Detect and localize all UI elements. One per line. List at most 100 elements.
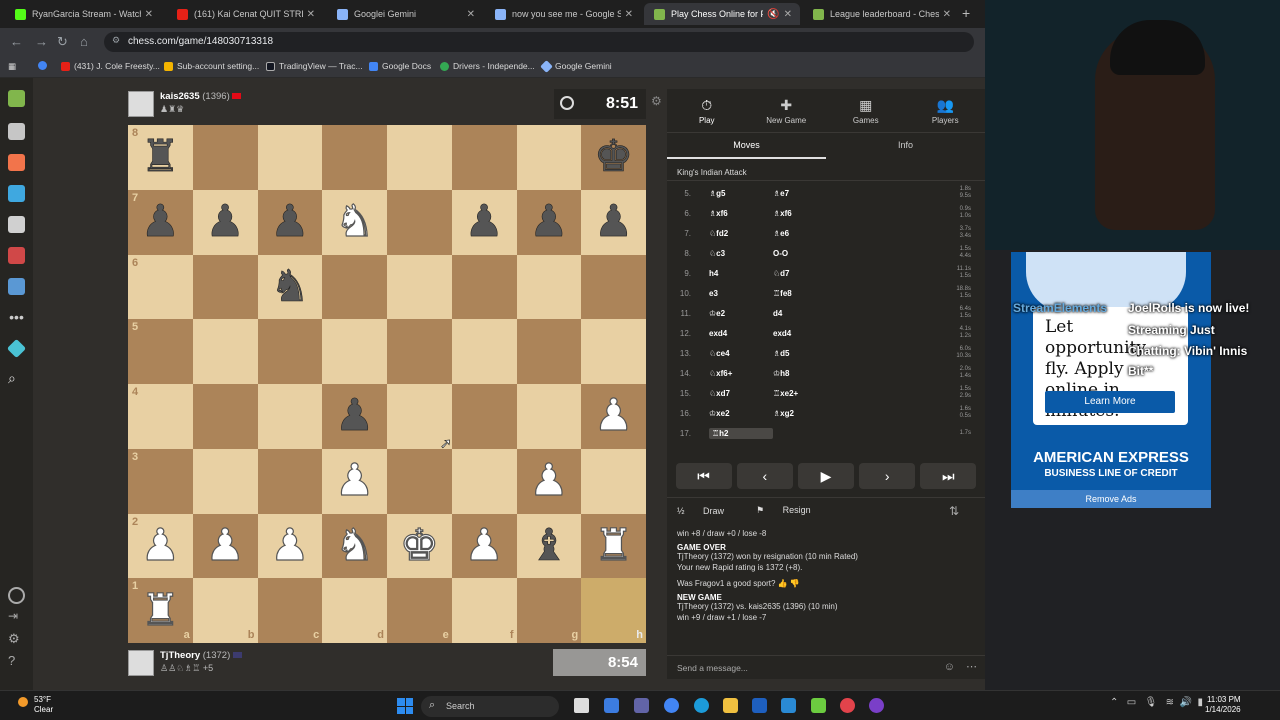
new-tab-button[interactable]: + bbox=[962, 5, 970, 21]
tab-players[interactable]: 👥 Players bbox=[906, 89, 986, 132]
square-b3[interactable] bbox=[192, 448, 258, 514]
square-g1[interactable]: g bbox=[516, 578, 582, 643]
black-pawn-icon[interactable]: ♟ bbox=[270, 199, 310, 244]
square-e7[interactable] bbox=[387, 189, 452, 255]
white-king-icon[interactable]: ♚ bbox=[399, 523, 440, 568]
apps-icon[interactable]: ▦ bbox=[8, 61, 16, 72]
square-d6[interactable] bbox=[322, 254, 387, 320]
taskbar-search[interactable]: ⌕ Search bbox=[421, 696, 559, 717]
puzzles-icon[interactable] bbox=[8, 154, 25, 171]
message-input[interactable]: Send a message... ☺ ⋯ bbox=[667, 655, 985, 679]
white-pawn-icon[interactable]: ♟ bbox=[205, 523, 246, 568]
square-b7[interactable]: ♟ bbox=[192, 189, 258, 255]
square-a2[interactable]: 2 ♟ bbox=[128, 513, 193, 579]
square-d3[interactable]: ♟ bbox=[322, 448, 387, 514]
bookmark-drivers[interactable]: Drivers - Independe... bbox=[440, 61, 535, 71]
square-g4[interactable] bbox=[516, 384, 582, 449]
wifi-icon[interactable]: ≋ bbox=[1166, 697, 1174, 708]
square-b1[interactable]: b bbox=[192, 578, 258, 643]
white-knight-icon[interactable]: ♞ bbox=[334, 199, 375, 244]
thumbs-up-icon[interactable]: 👍 bbox=[778, 579, 788, 588]
square-a8[interactable]: 8 ♜ bbox=[128, 125, 193, 190]
black-pawn-icon[interactable]: ♟ bbox=[529, 199, 569, 244]
black-move[interactable]: ♘d7 bbox=[773, 269, 893, 278]
bottom-player-name-line[interactable]: TjTheory (1372) bbox=[160, 650, 242, 661]
square-c6[interactable]: ♞ bbox=[257, 254, 323, 320]
app-icon[interactable] bbox=[840, 698, 855, 713]
white-move[interactable]: ♔xe2 bbox=[709, 409, 773, 418]
square-e8[interactable] bbox=[387, 125, 452, 190]
outlook-icon[interactable] bbox=[781, 698, 796, 713]
square-e6[interactable] bbox=[387, 254, 452, 320]
square-b6[interactable] bbox=[192, 254, 258, 320]
taskbar-clock[interactable]: 11:03 PM 1/14/2026 bbox=[1205, 695, 1241, 715]
black-move[interactable]: ♖fe8 bbox=[773, 289, 893, 298]
square-d4[interactable]: ♟ bbox=[322, 384, 387, 449]
black-pawn-icon[interactable]: ♟ bbox=[205, 199, 245, 244]
browser-tab[interactable]: Googlei Gemini ✕ bbox=[327, 3, 483, 25]
square-g6[interactable] bbox=[516, 254, 582, 320]
black-rook-icon[interactable]: ♜ bbox=[140, 135, 180, 180]
bookmark-tradingview[interactable]: TradingView — Trac... bbox=[266, 61, 363, 71]
chess-logo-icon[interactable] bbox=[8, 90, 25, 107]
back-icon[interactable]: ← bbox=[10, 34, 23, 49]
black-king-icon[interactable]: ♚ bbox=[594, 135, 634, 180]
white-move[interactable]: exd4 bbox=[709, 329, 773, 338]
square-g2[interactable]: ♝ bbox=[516, 513, 582, 579]
chess-board[interactable]: 8 ♜ ♚ 7 ♟ ♟ ♟ ♞ ♟ ♟ ♟ 6 ♞ 5 4 ♟ ♟ 3 ♟ ♟ 2 ♟ ♟ ♟ ♞ ♚ ♟ ♝ ♜ 1 a ♜ b c d e f g h bbox=[128, 125, 646, 643]
close-tab-icon[interactable]: ✕ bbox=[943, 9, 951, 20]
play-button[interactable]: ▶ bbox=[797, 463, 854, 489]
square-h4[interactable]: ♟ bbox=[581, 384, 646, 449]
start-icon[interactable] bbox=[397, 698, 413, 714]
close-tab-icon[interactable]: ✕ bbox=[625, 9, 633, 20]
copilot-icon[interactable] bbox=[604, 698, 619, 713]
obs-icon[interactable] bbox=[869, 698, 884, 713]
square-b4[interactable] bbox=[192, 384, 258, 449]
white-pawn-icon[interactable]: ♟ bbox=[334, 458, 375, 503]
square-h5[interactable] bbox=[581, 319, 646, 384]
bookmark-jcole[interactable]: (431) J. Cole Freesty... bbox=[61, 61, 160, 71]
square-c8[interactable] bbox=[257, 125, 323, 190]
home-icon[interactable]: ⌂ bbox=[80, 34, 88, 49]
black-move[interactable]: ♗xg2 bbox=[773, 409, 893, 418]
weather-widget[interactable]: 53°F Clear bbox=[18, 695, 53, 715]
flip-board-icon[interactable]: ⇅ bbox=[949, 504, 959, 518]
black-move[interactable]: ♗e7 bbox=[773, 189, 893, 198]
square-d2[interactable]: ♞ bbox=[322, 513, 387, 579]
close-tab-icon[interactable]: ✕ bbox=[145, 9, 153, 20]
square-c4[interactable] bbox=[257, 384, 323, 449]
white-move[interactable]: ♗xf6 bbox=[709, 209, 773, 218]
square-g5[interactable] bbox=[516, 319, 582, 384]
white-pawn-icon[interactable]: ♟ bbox=[270, 523, 311, 568]
square-d5[interactable] bbox=[322, 319, 387, 384]
bookmark-subaccount[interactable]: Sub-account setting... bbox=[164, 61, 259, 71]
browser-tab[interactable]: (161) Kai Cenat QUIT STREAMIN✕ bbox=[167, 3, 323, 25]
square-g7[interactable]: ♟ bbox=[516, 189, 582, 255]
square-b5[interactable] bbox=[192, 319, 258, 384]
teams-icon[interactable] bbox=[634, 698, 649, 713]
black-bishop-icon[interactable]: ♝ bbox=[529, 523, 569, 568]
white-move[interactable]: h4 bbox=[709, 269, 773, 278]
browser-tab[interactable]: now you see me - Google Search✕ bbox=[485, 3, 641, 25]
browser-tab[interactable]: RyanGarcia Stream - Watch Live✕ bbox=[5, 3, 161, 25]
white-knight-icon[interactable]: ♞ bbox=[334, 523, 375, 568]
square-a7[interactable]: 7 ♟ bbox=[128, 189, 193, 255]
remove-ads-button[interactable]: Remove Ads bbox=[1011, 490, 1211, 508]
white-pawn-icon[interactable]: ♟ bbox=[529, 458, 570, 503]
black-move[interactable]: ♗d5 bbox=[773, 349, 893, 358]
black-move[interactable]: ♗xf6 bbox=[773, 209, 893, 218]
tab-new-game[interactable]: ✚ New Game bbox=[747, 89, 827, 132]
monitor-icon[interactable]: ▭ bbox=[1127, 697, 1136, 708]
square-a4[interactable]: 4 bbox=[128, 384, 193, 449]
site-info-icon[interactable]: ⚙ bbox=[112, 35, 120, 46]
square-e3[interactable] bbox=[387, 448, 452, 514]
square-c3[interactable] bbox=[257, 448, 323, 514]
close-tab-icon[interactable]: ✕ bbox=[784, 9, 792, 20]
white-move[interactable]: e3 bbox=[709, 289, 773, 298]
task-view-icon[interactable] bbox=[574, 698, 589, 713]
square-f3[interactable] bbox=[451, 448, 517, 514]
news-icon[interactable] bbox=[8, 247, 25, 264]
chevron-up-icon[interactable]: ⌃ bbox=[1110, 697, 1118, 708]
square-f8[interactable] bbox=[451, 125, 517, 190]
first-move-button[interactable]: ⏮ bbox=[675, 463, 732, 489]
